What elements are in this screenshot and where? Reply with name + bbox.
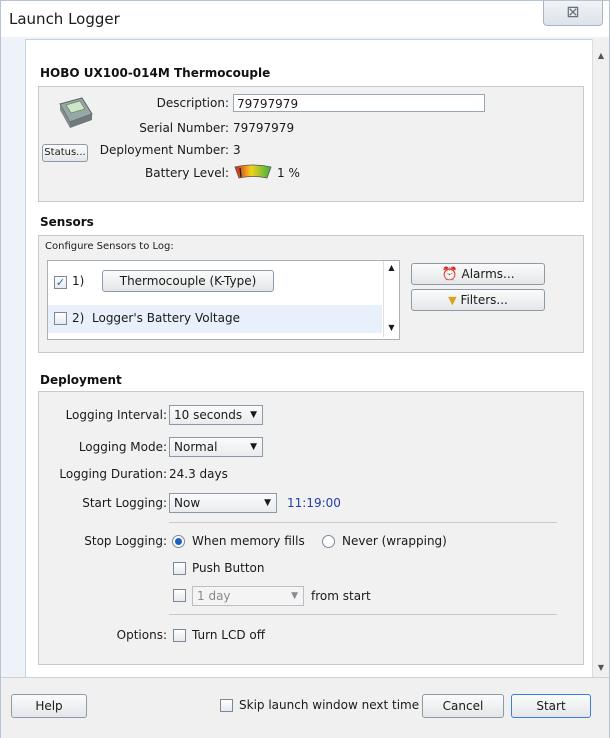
- sensor-2-checkbox[interactable]: [54, 312, 67, 325]
- stop-after-duration-checkbox[interactable]: [173, 589, 186, 602]
- dropdown-arrow-icon: ▼: [264, 498, 271, 508]
- logging-duration-value: 24.3 days: [169, 467, 228, 481]
- logger-device-icon: [56, 96, 96, 130]
- window-title: Launch Logger: [9, 10, 120, 28]
- sensor-list-scrollbar[interactable]: ▲ ▼: [383, 261, 399, 337]
- filters-button-label: Filters...: [460, 293, 508, 307]
- push-button-label[interactable]: Push Button: [192, 561, 265, 575]
- skip-launch-window-label[interactable]: Skip launch window next time: [239, 698, 419, 712]
- dialog-scrollbar[interactable]: ▲ ▼: [592, 39, 609, 677]
- description-label: Description:: [156, 96, 229, 110]
- turn-lcd-off-checkbox[interactable]: [173, 629, 186, 642]
- from-start-label: from start: [311, 589, 371, 603]
- logging-duration-label: Logging Duration:: [59, 467, 167, 481]
- stop-memory-fills-radio[interactable]: [172, 535, 185, 548]
- stop-never-radio[interactable]: [322, 535, 335, 548]
- sensors-panel: Configure Sensors to Log: ✓ 1) Thermocou…: [38, 235, 584, 353]
- deployment-number-label: Deployment Number:: [99, 143, 229, 157]
- alarms-button[interactable]: ⏰ Alarms...: [411, 263, 545, 285]
- stop-after-duration-select[interactable]: 1 day ▼: [192, 586, 304, 606]
- chevron-down-icon[interactable]: ▼: [384, 323, 399, 332]
- dropdown-arrow-icon: ▼: [250, 442, 257, 452]
- logging-mode-label: Logging Mode:: [78, 440, 167, 454]
- stop-after-duration-value: 1 day: [197, 589, 231, 603]
- dialog-content: HOBO UX100-014M Thermocouple Status... D…: [25, 39, 595, 679]
- logging-interval-value: 10 seconds: [174, 408, 243, 422]
- battery-level-label: Battery Level:: [145, 166, 229, 180]
- serial-number-value: 79797979: [233, 121, 295, 135]
- battery-gauge-icon: [233, 164, 273, 180]
- filters-button[interactable]: ▼ Filters...: [411, 289, 545, 311]
- battery-level-value: 1 %: [277, 166, 300, 180]
- deployment-number-value: 3: [233, 143, 241, 157]
- device-panel: Status... Description: 79797979 Serial N…: [38, 86, 584, 202]
- start-time-value: 11:19:00: [287, 496, 341, 510]
- sensors-heading: Sensors: [40, 215, 94, 229]
- sensor-1-number: 1): [72, 274, 85, 288]
- status-button[interactable]: Status...: [42, 144, 88, 162]
- logging-mode-value: Normal: [174, 440, 218, 454]
- help-button[interactable]: Help: [11, 694, 87, 718]
- start-logging-value: Now: [174, 496, 201, 510]
- start-button[interactable]: Start: [511, 694, 591, 718]
- stop-logging-label: Stop Logging:: [84, 534, 167, 548]
- stop-logging-divider-bottom: [169, 614, 557, 615]
- close-button[interactable]: ⊠: [543, 1, 603, 26]
- cancel-button[interactable]: Cancel: [422, 694, 504, 718]
- sensor-row-2[interactable]: 2) Logger's Battery Voltage: [48, 305, 382, 333]
- start-logging-select[interactable]: Now ▼: [169, 493, 277, 513]
- alarm-clock-icon: ⏰: [441, 267, 458, 282]
- logging-interval-select[interactable]: 10 seconds ▼: [169, 405, 263, 425]
- sensor-list[interactable]: ✓ 1) Thermocouple (K-Type) 2) Logger's B…: [47, 260, 400, 340]
- logging-interval-label: Logging Interval:: [65, 408, 167, 422]
- footer-bar: Help Skip launch window next time Cancel…: [1, 677, 609, 738]
- launch-logger-window: Launch Logger ⊠ HOBO UX100-014M Thermoco…: [0, 0, 610, 738]
- turn-lcd-off-label[interactable]: Turn LCD off: [192, 628, 265, 642]
- start-logging-label: Start Logging:: [82, 496, 167, 510]
- serial-number-label: Serial Number:: [139, 121, 229, 135]
- close-icon: ⊠: [566, 2, 580, 21]
- filter-funnel-icon: ▼: [448, 294, 457, 307]
- sensor-2-number: 2): [72, 311, 85, 325]
- dropdown-arrow-icon: ▼: [250, 410, 257, 420]
- configure-sensors-label: Configure Sensors to Log:: [45, 241, 174, 252]
- sensor-1-checkbox[interactable]: ✓: [54, 276, 67, 289]
- alarms-button-label: Alarms...: [461, 267, 515, 281]
- options-label: Options:: [116, 628, 167, 642]
- sensor-row-1[interactable]: ✓ 1) Thermocouple (K-Type): [48, 265, 382, 299]
- device-heading: HOBO UX100-014M Thermocouple: [40, 66, 271, 80]
- scroll-down-icon[interactable]: ▼: [593, 661, 609, 675]
- chevron-up-icon[interactable]: ▲: [384, 263, 399, 272]
- push-button-checkbox[interactable]: [173, 562, 186, 575]
- stop-logging-divider-top: [169, 522, 557, 523]
- sensor-2-label: Logger's Battery Voltage: [92, 311, 240, 325]
- stop-never-label[interactable]: Never (wrapping): [342, 534, 447, 548]
- dropdown-arrow-icon: ▼: [291, 591, 298, 601]
- skip-launch-window-checkbox[interactable]: [220, 699, 233, 712]
- scroll-up-icon[interactable]: ▲: [593, 49, 609, 63]
- description-input[interactable]: 79797979: [233, 94, 485, 112]
- title-bar: Launch Logger ⊠: [1, 1, 609, 37]
- deployment-panel: Logging Interval: 10 seconds ▼ Logging M…: [38, 391, 584, 665]
- deployment-heading: Deployment: [40, 373, 122, 387]
- sensor-1-button[interactable]: Thermocouple (K-Type): [102, 270, 274, 292]
- logging-mode-select[interactable]: Normal ▼: [169, 437, 263, 457]
- stop-memory-fills-label[interactable]: When memory fills: [192, 534, 305, 548]
